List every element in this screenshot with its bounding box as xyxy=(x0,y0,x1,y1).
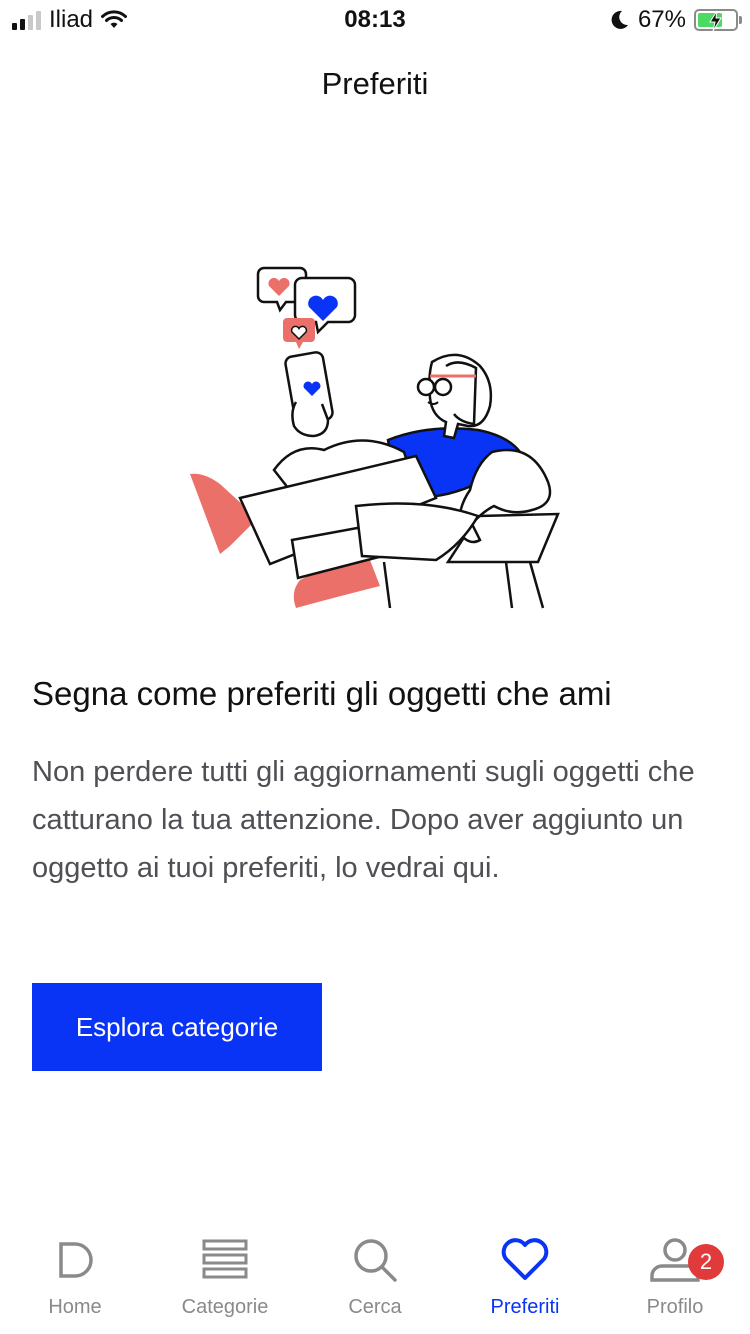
empty-state-illustration xyxy=(190,266,560,609)
tab-home[interactable]: Home xyxy=(0,1224,150,1334)
charging-bolt-icon xyxy=(709,10,722,32)
status-bar: Iliad 08:13 67% xyxy=(0,0,750,40)
categories-icon xyxy=(202,1239,248,1279)
tab-label-categories: Categorie xyxy=(181,1296,269,1318)
battery-percent: 67% xyxy=(637,6,686,33)
notification-badge: 2 xyxy=(688,1244,724,1280)
page-title: Preferiti xyxy=(321,66,429,101)
tab-label-search: Cerca xyxy=(348,1296,402,1318)
empty-state-description: Non perdere tutti gli aggiornamenti sugl… xyxy=(32,756,695,884)
search-icon xyxy=(354,1239,397,1282)
explore-categories-button[interactable]: Esplora categorie xyxy=(32,983,322,1071)
home-icon xyxy=(59,1242,93,1278)
tab-label-home: Home xyxy=(48,1296,102,1318)
tab-categories[interactable]: Categorie xyxy=(150,1224,300,1334)
status-right: 67% xyxy=(610,6,742,34)
tab-favorites[interactable]: Preferiti xyxy=(450,1224,600,1334)
tab-search[interactable]: Cerca xyxy=(300,1224,450,1334)
tab-label-favorites: Preferiti xyxy=(490,1296,560,1318)
empty-state-heading: Segna come preferiti gli oggetti che ami xyxy=(32,675,612,712)
heart-icon xyxy=(501,1238,549,1280)
battery-icon xyxy=(694,9,742,32)
tab-label-profile: Profilo xyxy=(646,1296,704,1318)
tab-bar: Home Categorie Cerca Preferiti 2 Profilo xyxy=(0,1224,750,1334)
moon-icon xyxy=(611,10,628,29)
tab-profile[interactable]: 2 Profilo xyxy=(600,1224,750,1334)
